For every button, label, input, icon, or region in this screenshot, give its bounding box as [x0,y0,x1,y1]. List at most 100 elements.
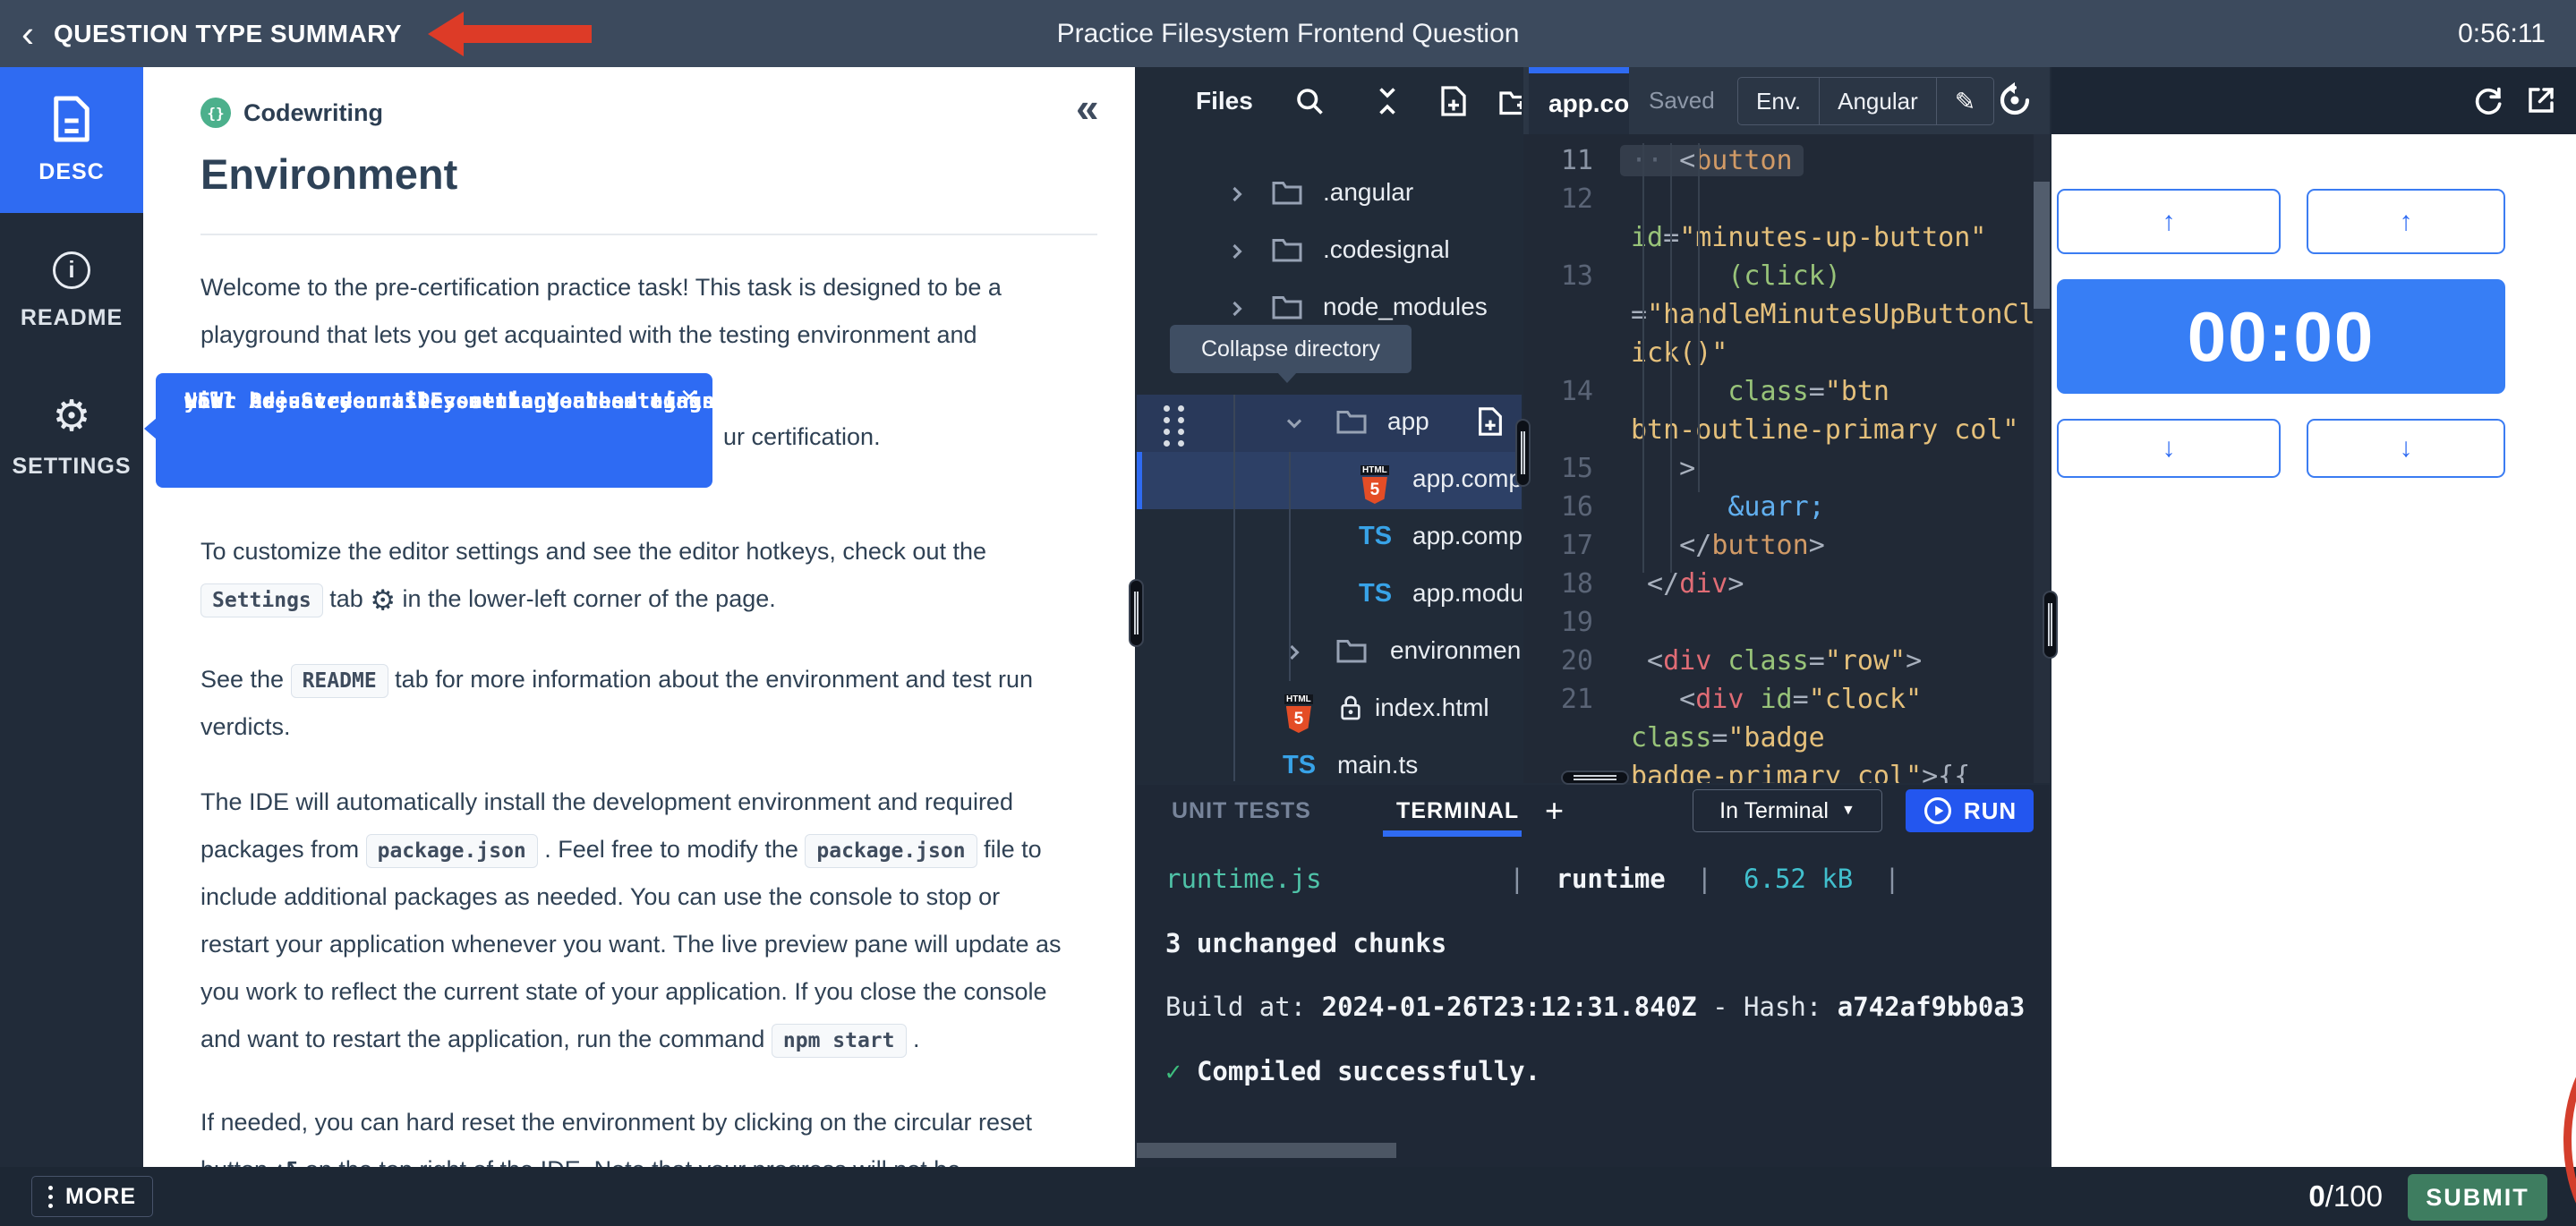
resize-handle-files-editor[interactable] [1515,419,1531,487]
code-line: 17 </button> [1523,526,2034,565]
run-target-value: In Terminal [1719,798,1829,824]
line-number [1523,719,1611,757]
bottom-bar: MORE 0 /100 SUBMIT [0,1167,2576,1226]
tooltip-arrow [144,418,157,439]
tree-item-app-compo[interactable]: TSapp.compo [1137,509,1522,566]
terminal-line: runtime.js | runtime | 6.52 kB | [1165,859,1900,898]
line-number: 20 [1523,642,1611,680]
search-icon[interactable] [1293,85,1326,117]
tree-item-label: app.module [1412,579,1522,608]
score-total: /100 [2325,1179,2383,1213]
tree-item-main-ts[interactable]: TS main.ts [1137,738,1522,781]
tab-readme-label: README [21,305,123,331]
chevron-right-icon[interactable] [1224,182,1250,207]
open-in-new-window-icon[interactable] [2525,84,2557,116]
editor-scrollbar-thumb[interactable] [2034,182,2050,309]
folder-icon [1271,235,1303,264]
line-number: 16 [1523,488,1611,526]
back-button[interactable]: ‹ QUESTION TYPE SUMMARY [21,0,402,67]
code-line: btn-outline-primary col" [1523,411,2034,449]
chevron-right-icon[interactable] [1224,239,1250,264]
minutes-up-button[interactable]: ↑ [2307,189,2505,254]
terminal-scrollbar-thumb[interactable] [1137,1143,1396,1158]
edit-pencil-icon[interactable]: ✎ [1936,78,1993,124]
resize-handle-description-files[interactable] [1129,579,1144,647]
new-folder-icon[interactable] [1498,85,1522,117]
editor-tab-app-component[interactable]: app.co [1529,67,1629,134]
arrow-down-icon: ↓ [2162,433,2176,464]
tree-item-app[interactable]: app [1137,395,1522,452]
framework-button[interactable]: Angular [1819,78,1936,124]
tree-item-environmen[interactable]: environmen [1137,624,1522,681]
lock-icon [1337,694,1364,722]
paragraph: To customize the editor settings and see… [200,528,986,623]
tree-item--codesignal[interactable]: .codesignal [1137,223,1522,280]
terminal-header: UNIT TESTS TERMINAL + In Terminal ▼ RUN [1137,785,2050,837]
tab-readme[interactable]: i README [0,233,143,349]
inline-code-chip: README [291,664,388,698]
arrow-up-icon: ↑ [2162,207,2176,237]
top-bar: ‹ QUESTION TYPE SUMMARY Practice Filesys… [0,0,2576,67]
tree-item-label: .angular [1323,178,1413,207]
folder-icon [1335,636,1368,665]
terminal-line: Build at: 2024-01-26T23:12:31.840Z - Has… [1165,987,2025,1026]
tab-unit-tests[interactable]: UNIT TESTS [1172,785,1311,837]
seconds-down-button[interactable]: ↓ [2057,419,2281,478]
tree-item-label: main.ts [1337,751,1418,779]
tab-terminal[interactable]: TERMINAL [1396,785,1519,837]
env-button[interactable]: Env. [1738,78,1819,124]
refresh-icon[interactable] [2471,84,2505,118]
chevron-down-icon: ▼ [1841,803,1855,819]
tree-item-label: node_modules [1323,293,1488,321]
new-file-icon[interactable] [1475,405,1506,438]
line-number: 18 [1523,565,1611,603]
tree-item-index-html[interactable]: HTML5index.html [1137,681,1522,738]
tree-item-app-compo[interactable]: HTML5app.compo [1137,452,1522,509]
gear-icon: ⚙ [52,395,90,438]
line-number: 15 [1523,449,1611,488]
selected-indicator [1137,452,1142,509]
collapse-panel-icon[interactable]: « [1076,83,1099,132]
editor-tab-label: app.co [1548,89,1629,118]
code-line: 12 [1523,180,2034,218]
tooltip-close-icon[interactable]: × [680,380,698,415]
chevron-right-icon[interactable] [1224,296,1250,321]
add-terminal-tab-icon[interactable]: + [1545,785,1564,837]
code-line: 16 &uarr; [1523,488,2034,526]
run-target-dropdown[interactable]: In Terminal ▼ [1693,789,1882,832]
run-button[interactable]: RUN [1906,789,2034,832]
tooltip-arrow [1277,372,1297,383]
typescript-file-icon: TS [1359,579,1392,609]
typescript-file-icon: TS [1283,751,1316,780]
settings-notification-tooltip: NEW! Adjust your IDE settings ahead ofyo… [156,373,712,488]
new-file-icon[interactable] [1437,85,1470,117]
minutes-down-button[interactable]: ↓ [2307,419,2505,478]
line-number: 13 [1523,257,1611,295]
arrow-up-icon: ↑ [2400,207,2413,237]
resize-handle-terminal[interactable] [1561,771,1629,785]
code-line: ="handleMinutesUpButtonCl [1523,295,2034,334]
code-line: 19 [1523,603,2034,642]
tree-item-app-module[interactable]: TS app.module [1137,566,1522,624]
collapse-all-icon[interactable] [1371,85,1403,117]
tab-settings[interactable]: ⚙ SETTINGS [0,379,143,495]
tab-description[interactable]: DESC [0,67,143,213]
tree-item--angular[interactable]: .angular [1137,166,1522,223]
inline-code-chip: package.json [805,834,977,868]
drag-handle-icon[interactable] [1164,405,1185,447]
seconds-up-button[interactable]: ↑ [2057,189,2281,254]
chevron-right-icon[interactable] [1282,640,1307,665]
codewriting-icon: {} [200,98,231,128]
line-number [1523,411,1611,449]
code-area[interactable]: 11·· <button12id="minutes-up-button"13 (… [1523,134,2050,783]
chevron-down-icon[interactable] [1282,411,1307,436]
submit-button[interactable]: SUBMIT [2408,1174,2547,1221]
paragraph: The IDE will automatically install the d… [200,779,1062,1063]
back-chevron-icon: ‹ [21,3,34,65]
history-icon[interactable] [1996,81,2034,119]
html-file-icon: HTML5 [1361,461,1389,504]
resize-handle-editor-preview[interactable] [2043,591,2058,659]
line-number [1523,295,1611,334]
line-number: 17 [1523,526,1611,565]
more-button[interactable]: MORE [31,1176,153,1217]
